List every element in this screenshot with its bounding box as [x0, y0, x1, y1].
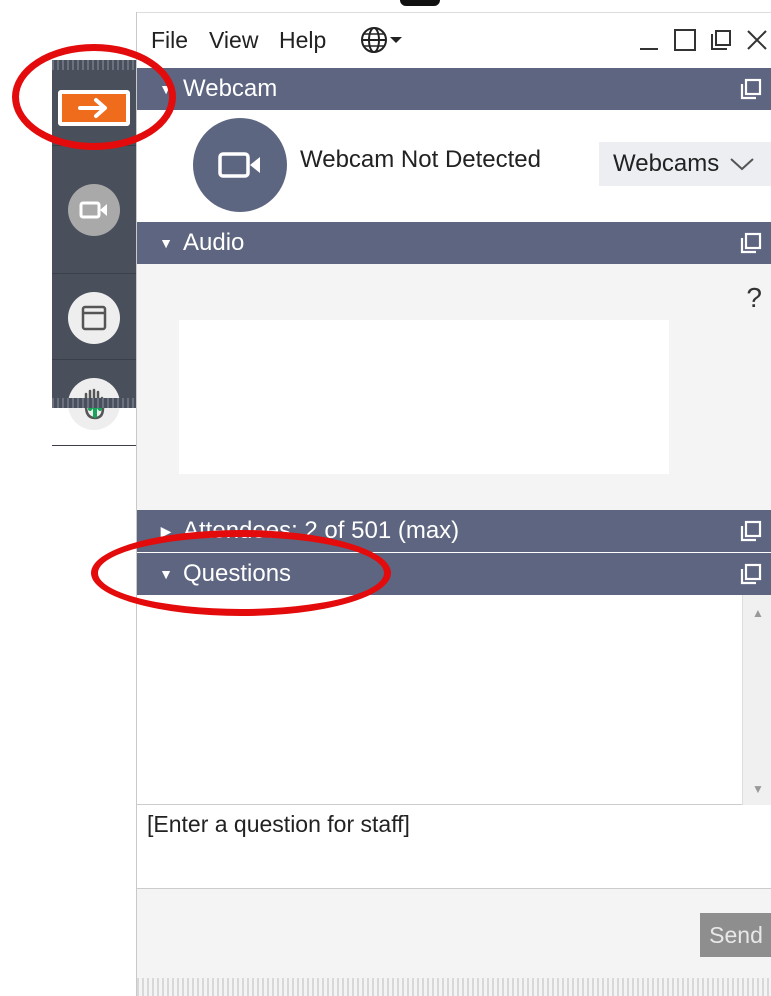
window-controls — [634, 25, 771, 55]
chevron-down-icon — [730, 158, 754, 171]
menu-file[interactable]: File — [151, 27, 188, 54]
send-button[interactable]: Send — [700, 913, 771, 957]
minimize-icon[interactable] — [634, 25, 664, 55]
top-edge — [40, 0, 771, 10]
scroll-up-icon[interactable]: ▲ — [743, 601, 771, 625]
webcam-placeholder[interactable] — [193, 118, 287, 212]
questions-log: ▲ ▼ — [137, 595, 771, 805]
popout-icon[interactable] — [706, 25, 736, 55]
popout-icon[interactable] — [736, 232, 766, 254]
toolbar-grip-bottom — [52, 398, 136, 408]
webcam-panel-title: Webcam — [183, 75, 278, 102]
popout-icon[interactable] — [736, 563, 766, 585]
audio-panel-title: Audio — [183, 229, 245, 256]
maximize-icon[interactable] — [670, 25, 700, 55]
webcam-status-text: Webcam Not Detected — [300, 146, 541, 173]
popout-icon[interactable] — [736, 78, 766, 100]
annotation-circle-toolbar — [12, 44, 176, 150]
webcam-icon — [218, 152, 260, 178]
screen-icon — [68, 291, 120, 344]
language-menu[interactable] — [359, 25, 415, 55]
globe-icon — [361, 27, 387, 53]
audio-panel-header[interactable]: ▼ Audio — [137, 222, 771, 264]
collapse-triangle-icon: ▼ — [159, 235, 173, 251]
screen-share-toolbar-button[interactable] — [52, 276, 136, 360]
scroll-down-icon[interactable]: ▼ — [743, 777, 771, 801]
audio-panel-body: ? — [137, 264, 771, 510]
menu-help[interactable]: Help — [279, 27, 326, 54]
popout-icon[interactable] — [736, 520, 766, 542]
menubar: File View Help — [137, 12, 771, 68]
question-input[interactable]: [Enter a question for staff] — [137, 805, 771, 889]
questions-scrollbar[interactable]: ▲ ▼ — [742, 595, 771, 805]
cropped-heading-fragment — [400, 0, 440, 6]
chevron-down-icon — [390, 37, 402, 43]
menu-view[interactable]: View — [209, 27, 258, 54]
window-resize-grip[interactable] — [137, 978, 771, 996]
webcams-dropdown[interactable]: Webcams — [599, 142, 771, 186]
webcams-dropdown-label: Webcams — [613, 150, 720, 177]
audio-options-area — [179, 320, 669, 474]
webcam-toolbar-button[interactable] — [52, 183, 136, 274]
webcam-panel-header[interactable]: ▼ Webcam — [137, 68, 771, 110]
close-icon[interactable] — [742, 25, 771, 55]
audio-help-button[interactable]: ? — [746, 282, 762, 314]
control-panel-window: File View Help ▼ Webcam Webcam Not Detec… — [136, 12, 771, 996]
webcam-panel-body: Webcam Not Detected Webcams — [137, 110, 771, 222]
annotation-circle-questions — [91, 530, 391, 616]
webcam-icon — [68, 183, 120, 236]
